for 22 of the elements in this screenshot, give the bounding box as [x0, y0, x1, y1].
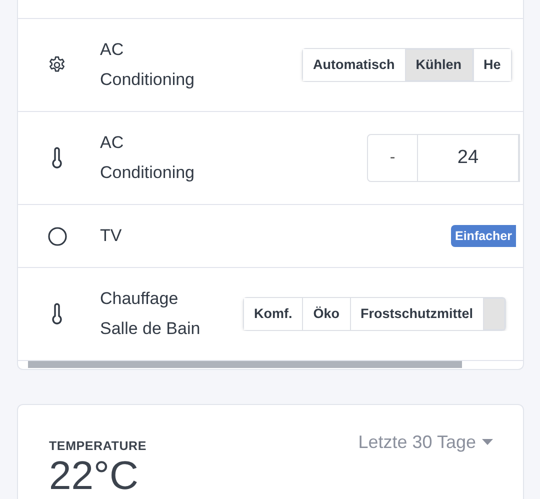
mode-option[interactable]: Öko: [302, 298, 350, 330]
gear-icon: [47, 55, 67, 75]
status-badge: Einfacher: [451, 225, 516, 247]
entity-name: TV: [100, 225, 123, 247]
mode-option[interactable]: He: [472, 49, 511, 81]
mode-option[interactable]: [483, 298, 506, 330]
entity-name: AC Conditioning: [100, 132, 196, 184]
mode-option[interactable]: Kühlen: [404, 49, 473, 81]
entity-name: AC Conditioning: [100, 39, 196, 91]
scrollbar-thumb[interactable]: [28, 361, 462, 368]
thermometer-icon: [51, 147, 63, 169]
card-title: TEMPERATURE: [49, 438, 147, 454]
mode-option[interactable]: Automatisch: [303, 49, 405, 81]
decrement-button[interactable]: -: [368, 135, 417, 181]
caret-icon: [482, 439, 493, 445]
entity-name: Chauffage Salle de Bain: [100, 288, 202, 340]
mode-option[interactable]: Komf.: [244, 298, 302, 330]
value-field[interactable]: 24: [417, 135, 519, 181]
mode-option[interactable]: Frostschutzmittel: [350, 298, 484, 330]
temperature-value: 22°C: [49, 454, 140, 498]
circle-icon: [48, 226, 66, 246]
thermometer-icon: [51, 303, 63, 325]
